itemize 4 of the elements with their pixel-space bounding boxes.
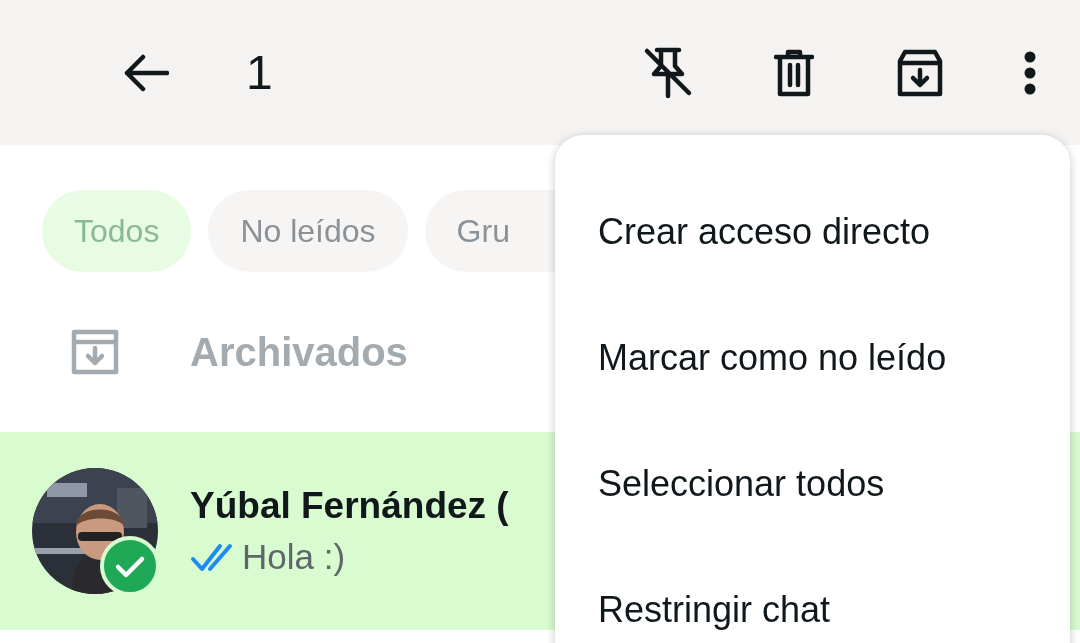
contact-name: Yúbal Fernández ( — [190, 485, 509, 527]
last-message: Hola :) — [242, 537, 346, 577]
archived-label: Archivados — [190, 329, 408, 375]
selection-count: 1 — [246, 45, 274, 100]
